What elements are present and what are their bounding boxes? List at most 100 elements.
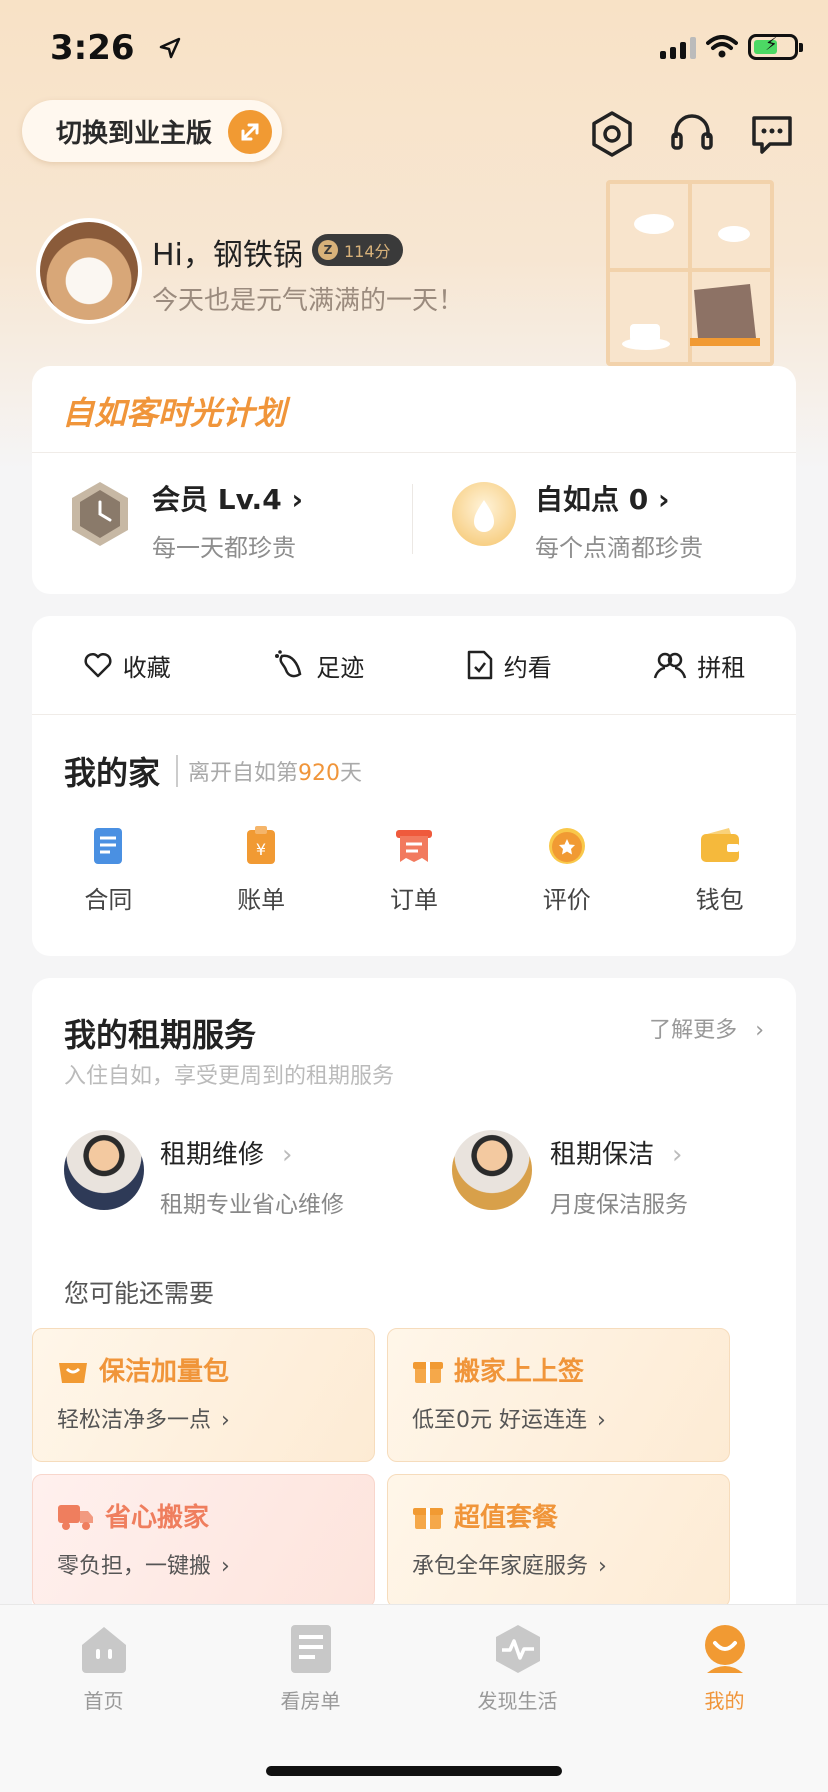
appointment-label: 约看 — [503, 653, 552, 682]
member-badge-icon — [66, 480, 134, 548]
contract-button[interactable]: 合同 — [48, 826, 168, 915]
ziru-points-sub: 每个点滴都珍贵 — [535, 534, 703, 562]
tab-discover-label: 发现生活 — [477, 1689, 558, 1713]
list-icon — [290, 1625, 331, 1673]
rating-button[interactable]: 评价 — [507, 826, 627, 915]
chevron-right-icon: › — [597, 1408, 606, 1433]
ziru-points-label: 自如点 0 — [535, 483, 649, 516]
signal-icon — [660, 35, 696, 59]
member-level-link[interactable]: 会员 Lv.4 › 每一天都珍贵 — [152, 478, 303, 563]
tile-desc: 低至0元 好运连连 — [412, 1408, 587, 1433]
chevron-right-icon: › — [221, 1408, 230, 1433]
tile-desc: 轻松洁净多一点 — [57, 1408, 212, 1433]
home-grid: 合同 ¥ 账单 订单 评价 钱包 — [32, 826, 796, 915]
wifi-icon — [706, 35, 738, 58]
chevron-right-icon: › — [221, 1554, 230, 1579]
cleaning-avatar — [452, 1130, 532, 1210]
divider — [32, 714, 796, 715]
footprint-label: 足迹 — [316, 653, 365, 682]
status-time: 3:26 — [50, 28, 135, 68]
chevron-right-icon: › — [755, 1018, 764, 1043]
tile-desc: 零负担，一键搬 — [57, 1554, 212, 1579]
svg-text:¥: ¥ — [256, 840, 266, 859]
customer-service-icon[interactable] — [668, 110, 716, 158]
quick-actions: 收藏 足迹 约看 拼租 — [32, 616, 796, 714]
home-title: 我的家 — [64, 754, 161, 792]
chevron-right-icon: › — [282, 1140, 293, 1170]
tab-home[interactable]: 首页 — [14, 1623, 194, 1714]
tab-mine-label: 我的 — [704, 1689, 745, 1713]
home-indicator — [266, 1766, 562, 1776]
avatar[interactable] — [36, 218, 142, 324]
repair-subtitle: 租期专业省心维修 — [160, 1192, 344, 1218]
tile-desc: 承包全年家庭服务 — [412, 1554, 589, 1579]
heart-icon — [84, 652, 112, 678]
chevron-right-icon: › — [291, 483, 303, 516]
greeting: Hi，钢铁锅 — [152, 238, 303, 273]
repair-service-link[interactable]: 租期维修 › 租期专业省心维修 — [160, 1134, 344, 1219]
tab-viewing-list[interactable]: 看房单 — [221, 1623, 401, 1714]
chevron-right-icon: › — [657, 483, 670, 516]
status-icons: ⚡ — [660, 34, 803, 60]
truck-icon — [58, 1504, 93, 1530]
bill-label: 账单 — [237, 886, 286, 914]
settings-icon[interactable] — [588, 110, 636, 158]
switch-owner-button[interactable]: 切换到业主版 — [22, 100, 282, 162]
tile-title: 超值套餐 — [454, 1503, 559, 1533]
moving-lucky-tile[interactable]: 搬家上上签 低至0元 好运连连 › — [387, 1328, 730, 1462]
order-button[interactable]: 订单 — [354, 826, 474, 915]
shared-rent-button[interactable]: 拼租 — [653, 648, 745, 683]
member-level-sub: 每一天都珍贵 — [152, 534, 296, 562]
wallet-label: 钱包 — [695, 886, 744, 914]
favorites-button[interactable]: 收藏 — [83, 648, 171, 683]
ziru-points-link[interactable]: 自如点 0 › 每个点滴都珍贵 — [535, 478, 703, 563]
points-value: 114分 — [344, 242, 391, 261]
divider — [412, 484, 413, 554]
chevron-right-icon: › — [598, 1554, 607, 1579]
tile-title: 保洁加量包 — [99, 1357, 230, 1387]
shared-rent-label: 拼租 — [697, 653, 746, 682]
cleaning-service-link[interactable]: 租期保洁 › 月度保洁服务 — [550, 1134, 688, 1219]
wallet-button[interactable]: 钱包 — [660, 826, 780, 915]
tab-home-label: 首页 — [83, 1689, 124, 1713]
repair-title: 租期维修 — [160, 1140, 265, 1170]
easy-moving-tile[interactable]: 省心搬家 零负担，一键搬 › — [32, 1474, 375, 1608]
wallet-icon — [700, 828, 739, 862]
footprint-icon — [275, 650, 302, 678]
appointment-button[interactable]: 约看 — [466, 648, 552, 683]
service-title: 我的租期服务 — [64, 1016, 257, 1054]
ziru-points-icon — [452, 482, 516, 546]
value-package-tile[interactable]: 超值套餐 承包全年家庭服务 › — [387, 1474, 730, 1608]
service-subtitle: 入住自如，享受更周到的租期服务 — [64, 1064, 395, 1089]
chevron-right-icon: › — [672, 1140, 683, 1170]
tile-title: 搬家上上签 — [454, 1357, 585, 1387]
battery-icon: ⚡ — [748, 34, 803, 60]
home-icon — [81, 1627, 126, 1673]
days-since-leaving: 离开自如第920天 — [176, 755, 362, 787]
member-level-label: 会员 Lv.4 — [152, 483, 282, 516]
switch-icon — [228, 110, 272, 154]
cleaning-package-tile[interactable]: 保洁加量包 轻松洁净多一点 › — [32, 1328, 375, 1462]
gift-icon — [413, 1507, 443, 1529]
tile-title: 省心搬家 — [105, 1503, 210, 1533]
repair-avatar — [64, 1130, 144, 1210]
learn-more-link[interactable]: 了解更多 › — [649, 1012, 764, 1044]
cleaning-title: 租期保洁 — [550, 1140, 655, 1170]
bill-button[interactable]: ¥ 账单 — [201, 826, 321, 915]
people-icon — [654, 652, 687, 679]
order-icon — [395, 830, 432, 862]
location-arrow-icon — [159, 37, 181, 59]
tab-mine[interactable]: 我的 — [635, 1623, 815, 1714]
rating-icon — [548, 828, 585, 864]
switch-owner-label: 切换到业主版 — [56, 118, 213, 149]
tab-discover[interactable]: 发现生活 — [428, 1623, 608, 1714]
contract-icon — [94, 828, 123, 864]
home-card: 收藏 足迹 约看 拼租 我的家 离开自如第920天 合同 ¥ 账单 订单 评价 … — [32, 616, 796, 956]
message-icon[interactable] — [748, 110, 796, 158]
gift-icon — [413, 1361, 443, 1383]
rating-label: 评价 — [542, 886, 591, 914]
points-badge[interactable]: Z 114分 — [312, 234, 403, 266]
footprint-button[interactable]: 足迹 — [272, 648, 364, 683]
profile-icon — [704, 1625, 745, 1673]
contract-label: 合同 — [84, 886, 133, 914]
